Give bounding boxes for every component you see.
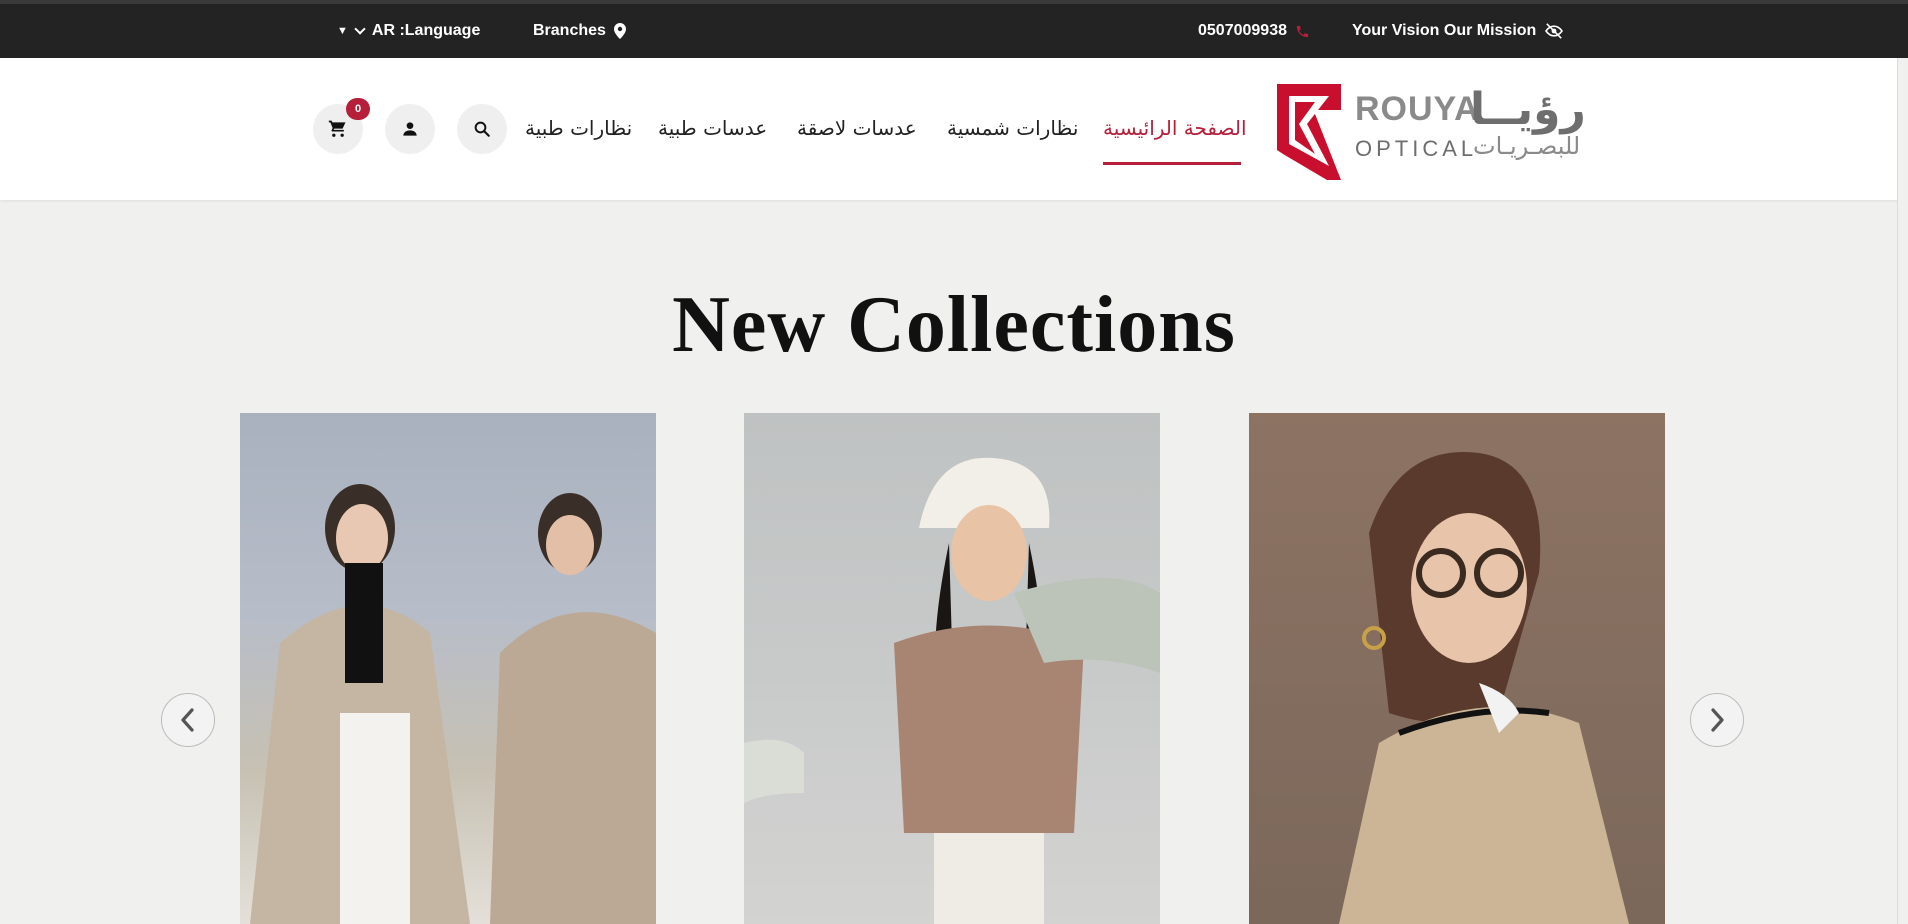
chevron-down-icon xyxy=(354,23,366,35)
carousel-next-button[interactable] xyxy=(1690,693,1744,747)
user-icon xyxy=(403,122,417,136)
nav-home[interactable]: الصفحة الرائيسية xyxy=(1103,116,1247,140)
page-scrollbar[interactable] xyxy=(1897,58,1908,924)
search-button[interactable] xyxy=(457,104,507,154)
nav-contact-lenses[interactable]: عدسات لاصقة xyxy=(797,116,917,140)
phone-icon xyxy=(1296,25,1309,37)
site-logo[interactable]: ROUYA رؤيــا OPTICAL للبصـريـات xyxy=(1275,80,1586,180)
location-pin-icon xyxy=(613,23,626,39)
language-label: AR :Language xyxy=(371,22,481,39)
chevron-right-icon xyxy=(1711,708,1724,732)
cart-count-badge: 0 xyxy=(346,98,370,120)
logo-subtitle-latin: OPTICAL xyxy=(1355,136,1478,161)
section-title: New Collections xyxy=(672,281,1236,369)
mission-label: Your Vision Our Mission xyxy=(1352,22,1537,39)
search-icon xyxy=(474,121,490,137)
nav-active-underline xyxy=(1103,162,1241,165)
language-selector[interactable]: ▼ AR :Language xyxy=(337,22,480,40)
nav-prescription-lenses[interactable]: عدسات طبية xyxy=(658,116,767,140)
phone-number: 0507009938 xyxy=(1198,22,1287,39)
branches-link[interactable]: Branches xyxy=(533,22,626,40)
eye-slash-icon xyxy=(1545,23,1564,39)
logo-subtitle-arabic: للبصـريـات xyxy=(1473,132,1581,160)
collection-card[interactable] xyxy=(240,413,656,924)
nav-sunglasses[interactable]: نظارات شمسية xyxy=(947,116,1078,140)
logo-text-arabic: رؤيــا xyxy=(1470,84,1586,135)
cart-icon xyxy=(328,120,346,137)
model-photo-bucket-hat-icon xyxy=(744,457,1160,924)
logo-text-latin: ROUYA xyxy=(1355,90,1480,128)
model-photo-coats-icon xyxy=(250,484,656,924)
logo-mark-icon xyxy=(1277,84,1341,180)
branches-label: Branches xyxy=(533,22,606,39)
top-bar: ▼ AR :Language Branches 0507009938 Your … xyxy=(0,0,1908,58)
collection-card[interactable] xyxy=(1249,413,1665,924)
collection-card[interactable] xyxy=(744,413,1160,924)
mission-text: Your Vision Our Mission xyxy=(1352,22,1564,40)
model-photo-glasses-icon xyxy=(1249,413,1665,924)
phone-link[interactable]: 0507009938 xyxy=(1198,22,1310,40)
chevron-left-icon xyxy=(181,708,194,732)
caret-down-icon: ▼ xyxy=(337,25,348,37)
page: ▼ AR :Language Branches 0507009938 Your … xyxy=(0,0,1908,924)
account-button[interactable] xyxy=(385,104,435,154)
main-header: ROUYA رؤيــا OPTICAL للبصـريـات الصفحة ا… xyxy=(0,58,1908,200)
nav-eyeglasses[interactable]: نظارات طبية xyxy=(525,116,632,140)
carousel-prev-button[interactable] xyxy=(161,693,215,747)
